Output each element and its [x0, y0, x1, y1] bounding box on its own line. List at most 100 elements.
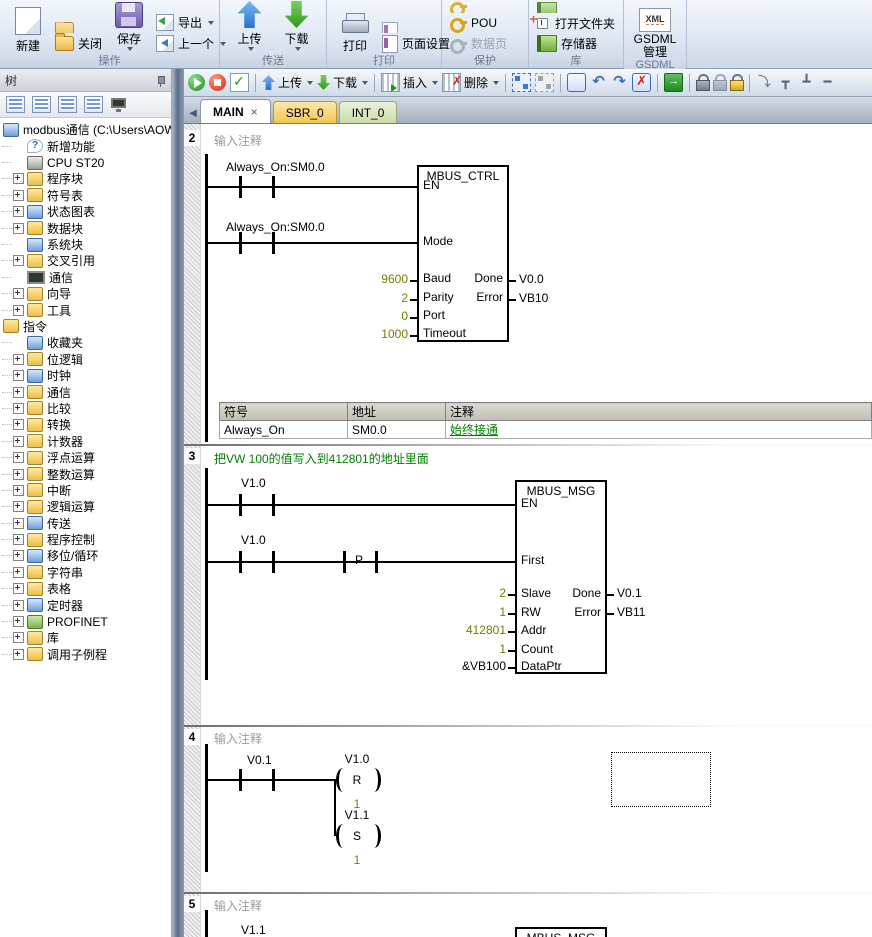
- tree-item-interrupt[interactable]: 中断: [2, 482, 171, 498]
- network-comment[interactable]: 输入注释: [214, 732, 262, 746]
- communications-view-icon[interactable]: [110, 97, 127, 112]
- tree-item-clock[interactable]: 时钟: [2, 367, 171, 383]
- coil-operand[interactable]: V1.0: [332, 752, 382, 766]
- param-value[interactable]: 2: [426, 586, 506, 600]
- coil-count[interactable]: 1: [332, 853, 382, 867]
- tree-item-floating-point[interactable]: 浮点运算: [2, 449, 171, 465]
- tree-item-status-chart[interactable]: 状态图表: [2, 204, 171, 220]
- expand-icon[interactable]: [13, 452, 24, 463]
- tree-item-timers[interactable]: 定时器: [2, 597, 171, 613]
- expand-icon[interactable]: [13, 173, 24, 184]
- output-operand[interactable]: VB10: [519, 291, 548, 305]
- comment-cell[interactable]: 始终接通: [446, 421, 872, 439]
- print-button[interactable]: 打印: [333, 2, 377, 54]
- param-value[interactable]: 1000: [344, 327, 408, 341]
- upload-dropdown-icon[interactable]: [307, 81, 313, 88]
- undo-icon[interactable]: ↶: [590, 74, 607, 91]
- tab-sbr0[interactable]: SBR_0: [273, 101, 337, 123]
- address-cell[interactable]: SM0.0: [347, 421, 445, 439]
- contact-operand[interactable]: V0.1: [247, 753, 272, 767]
- wire-horizontal-icon[interactable]: ━: [819, 74, 836, 91]
- tree-item-symbol-table[interactable]: 符号表: [2, 187, 171, 203]
- tree-item-table[interactable]: 表格: [2, 581, 171, 597]
- stop-button[interactable]: [209, 74, 226, 91]
- positive-edge-symbol[interactable]: P: [355, 553, 363, 567]
- tree-item-instructions[interactable]: 指令: [2, 318, 171, 334]
- delete-dropdown-icon[interactable]: [493, 81, 499, 88]
- contact-operand[interactable]: V1.0: [241, 533, 266, 547]
- download-button[interactable]: 下载: [275, 2, 319, 54]
- comment-col-header[interactable]: 注释: [446, 403, 872, 421]
- tree-item-tools[interactable]: 工具: [2, 302, 171, 318]
- expand-icon[interactable]: [13, 485, 24, 496]
- contact-operand[interactable]: V1.0: [241, 476, 266, 490]
- data-block-view-icon[interactable]: [84, 96, 103, 113]
- gsdml-manage-button[interactable]: XML GSDML 管理: [632, 0, 679, 58]
- pin-icon[interactable]: [155, 75, 166, 86]
- tree-item-bit-logic[interactable]: 位逻辑: [2, 351, 171, 367]
- go-to-icon[interactable]: [664, 73, 683, 92]
- insert-button[interactable]: 插入: [381, 73, 438, 92]
- previous-button[interactable]: 上一个: [154, 33, 228, 54]
- export-dropdown-arrow-icon[interactable]: [208, 21, 214, 28]
- tree-item-cross-reference[interactable]: 交叉引用: [2, 253, 171, 269]
- expand-icon[interactable]: [13, 288, 24, 299]
- network-comment[interactable]: 把VW 100的值写入到412801的地址里面: [214, 452, 429, 466]
- tree-item-profinet[interactable]: PROFINET: [2, 613, 171, 629]
- compile-button[interactable]: [230, 73, 249, 92]
- tree-item-communications[interactable]: 通信: [2, 269, 171, 285]
- tree-item-communications2[interactable]: 通信: [2, 384, 171, 400]
- tree-item-counters[interactable]: 计数器: [2, 433, 171, 449]
- delete-box-icon[interactable]: [632, 73, 651, 92]
- tree-item-wizards[interactable]: 向导: [2, 286, 171, 302]
- param-value[interactable]: 1: [426, 605, 506, 619]
- network-number[interactable]: 4: [184, 729, 200, 745]
- export-button[interactable]: 导出: [154, 12, 228, 33]
- network-number[interactable]: 2: [184, 130, 200, 146]
- symbol-table-view-icon[interactable]: [32, 96, 51, 113]
- mbus-ctrl-block[interactable]: MBUS_CTRL EN Mode Baud Parity Port Timeo…: [417, 165, 509, 342]
- pou-selection-icon[interactable]: [512, 73, 531, 92]
- memory-button[interactable]: 存储器: [535, 33, 617, 54]
- expand-icon[interactable]: [13, 518, 24, 529]
- redo-icon[interactable]: ↷: [611, 74, 628, 91]
- contact-operand[interactable]: Always_On:SM0.0: [226, 160, 325, 174]
- expand-icon[interactable]: [13, 632, 24, 643]
- param-value[interactable]: &VB100: [426, 659, 506, 673]
- lock-icon[interactable]: [696, 74, 709, 91]
- param-value[interactable]: 412801: [426, 623, 506, 637]
- address-col-header[interactable]: 地址: [347, 403, 445, 421]
- symbol-cell[interactable]: Always_On: [220, 421, 348, 439]
- wire-branch-icon[interactable]: ⤵: [756, 74, 773, 91]
- download-dropdown-icon[interactable]: [362, 81, 368, 88]
- upload-toolbar-button[interactable]: 上传: [262, 74, 313, 91]
- tree-item-shift-rotate[interactable]: 移位/循环: [2, 548, 171, 564]
- expand-icon[interactable]: [13, 387, 24, 398]
- expand-icon[interactable]: [13, 649, 24, 660]
- expand-icon[interactable]: [13, 255, 24, 266]
- mbus-msg-block[interactable]: MBUS_MSG: [515, 927, 607, 937]
- coil-operand[interactable]: V1.1: [332, 808, 382, 822]
- tab-scroll-left-icon[interactable]: ◀: [186, 105, 200, 123]
- expand-icon[interactable]: [13, 469, 24, 480]
- upload-button[interactable]: 上传: [228, 2, 272, 54]
- insert-dropdown-icon[interactable]: [432, 81, 438, 88]
- param-value[interactable]: 2: [344, 291, 408, 305]
- expand-icon[interactable]: [13, 190, 24, 201]
- save-dropdown-arrow-icon[interactable]: [127, 47, 133, 54]
- tree-item-convert[interactable]: 转换: [2, 417, 171, 433]
- selection-box[interactable]: [611, 752, 711, 807]
- network-comment[interactable]: 输入注释: [214, 134, 262, 148]
- tree-item-favorites[interactable]: 收藏夹: [2, 335, 171, 351]
- tree-item-cpu[interactable]: CPU ST20: [2, 154, 171, 170]
- tree-root[interactable]: modbus通信 (C:\Users\AOWID\: [2, 121, 171, 138]
- tree-item-string[interactable]: 字符串: [2, 564, 171, 580]
- download-toolbar-button[interactable]: 下载: [317, 74, 368, 91]
- expand-icon[interactable]: [13, 600, 24, 611]
- expand-icon[interactable]: [13, 354, 24, 365]
- tree-item-call-subroutine[interactable]: 调用子例程: [2, 646, 171, 662]
- ladder-canvas[interactable]: 2 输入注释 Always_On:SM0.0 Always_On:SM0.0 M…: [184, 124, 872, 937]
- unlock-icon[interactable]: [713, 74, 726, 91]
- status-chart-view-icon[interactable]: [58, 96, 77, 113]
- close-icon[interactable]: ×: [251, 105, 258, 119]
